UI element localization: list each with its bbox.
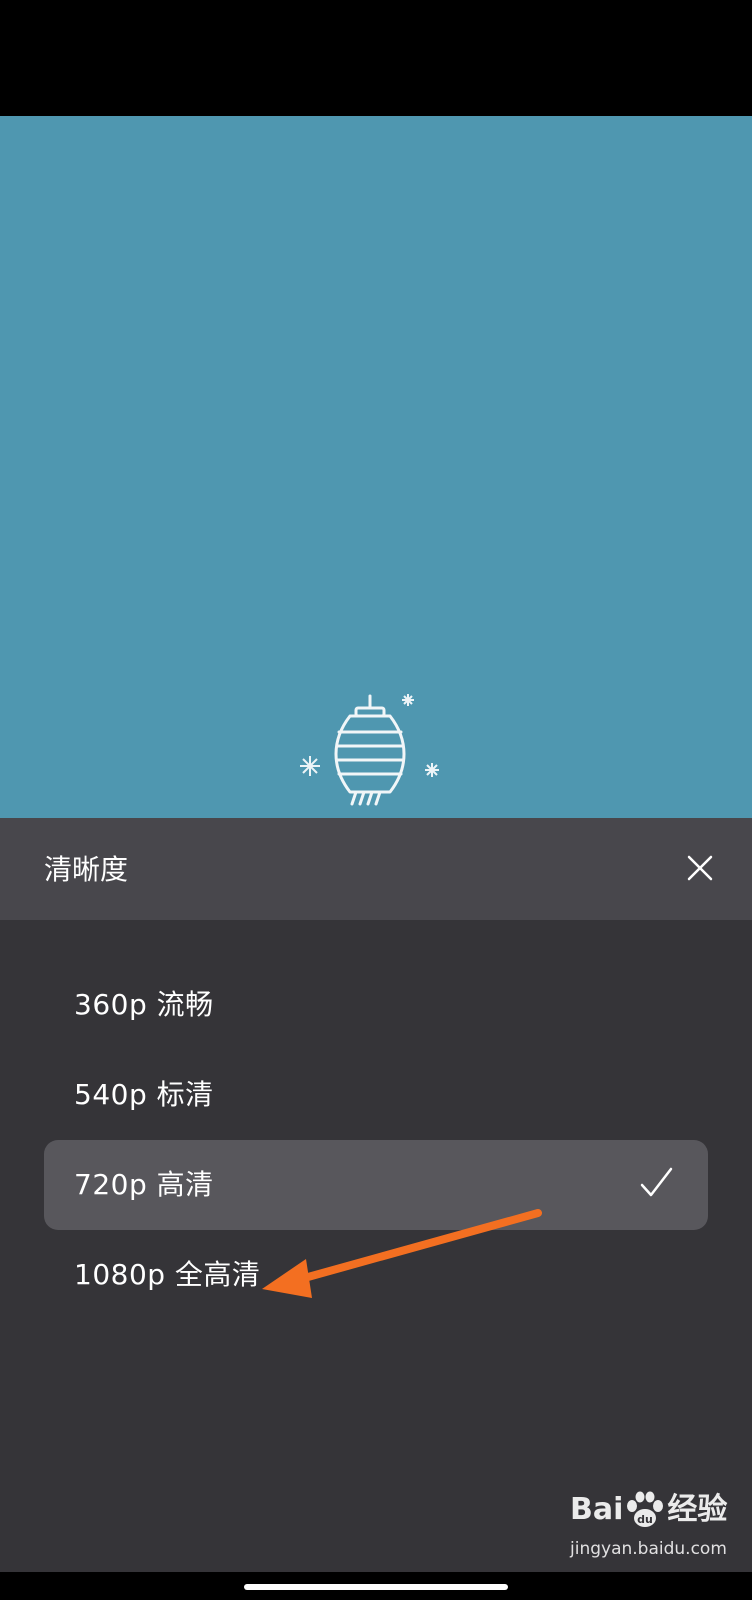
- option-label: 360p 流畅: [74, 988, 214, 1021]
- option-label: 1080p 全高清: [74, 1258, 261, 1291]
- lantern-icon: [300, 694, 439, 806]
- watermark-brand-right: 经验: [667, 1492, 728, 1527]
- svg-text:du: du: [638, 1513, 654, 1526]
- panel-title: 清晰度: [44, 853, 129, 886]
- home-indicator[interactable]: [244, 1584, 508, 1590]
- checkmark-icon: [640, 1167, 673, 1197]
- close-icon[interactable]: [680, 848, 720, 888]
- paw-icon: du: [627, 1491, 664, 1527]
- option-label: 720p 高清: [74, 1168, 214, 1201]
- panel-header: 清晰度: [0, 818, 752, 920]
- option-720p[interactable]: 720p 高清: [44, 1140, 708, 1230]
- watermark-url: jingyan.baidu.com: [570, 1539, 727, 1559]
- resolution-panel: 清晰度 360p 流畅 540p 标清 720p 高清 1080p 全高清: [0, 818, 752, 1572]
- option-label: 540p 标清: [74, 1078, 214, 1111]
- baidu-jingyan-watermark: Bai du 经验 jingyan.baidu.com: [570, 1488, 740, 1566]
- option-360p[interactable]: 360p 流畅: [44, 960, 708, 1050]
- watermark-brand-left: Bai: [570, 1492, 624, 1527]
- option-1080p[interactable]: 1080p 全高清: [44, 1230, 708, 1320]
- watermark-logo-row: Bai du 经验: [570, 1488, 740, 1532]
- top-black-bar: [0, 0, 752, 116]
- option-540p[interactable]: 540p 标清: [44, 1050, 708, 1140]
